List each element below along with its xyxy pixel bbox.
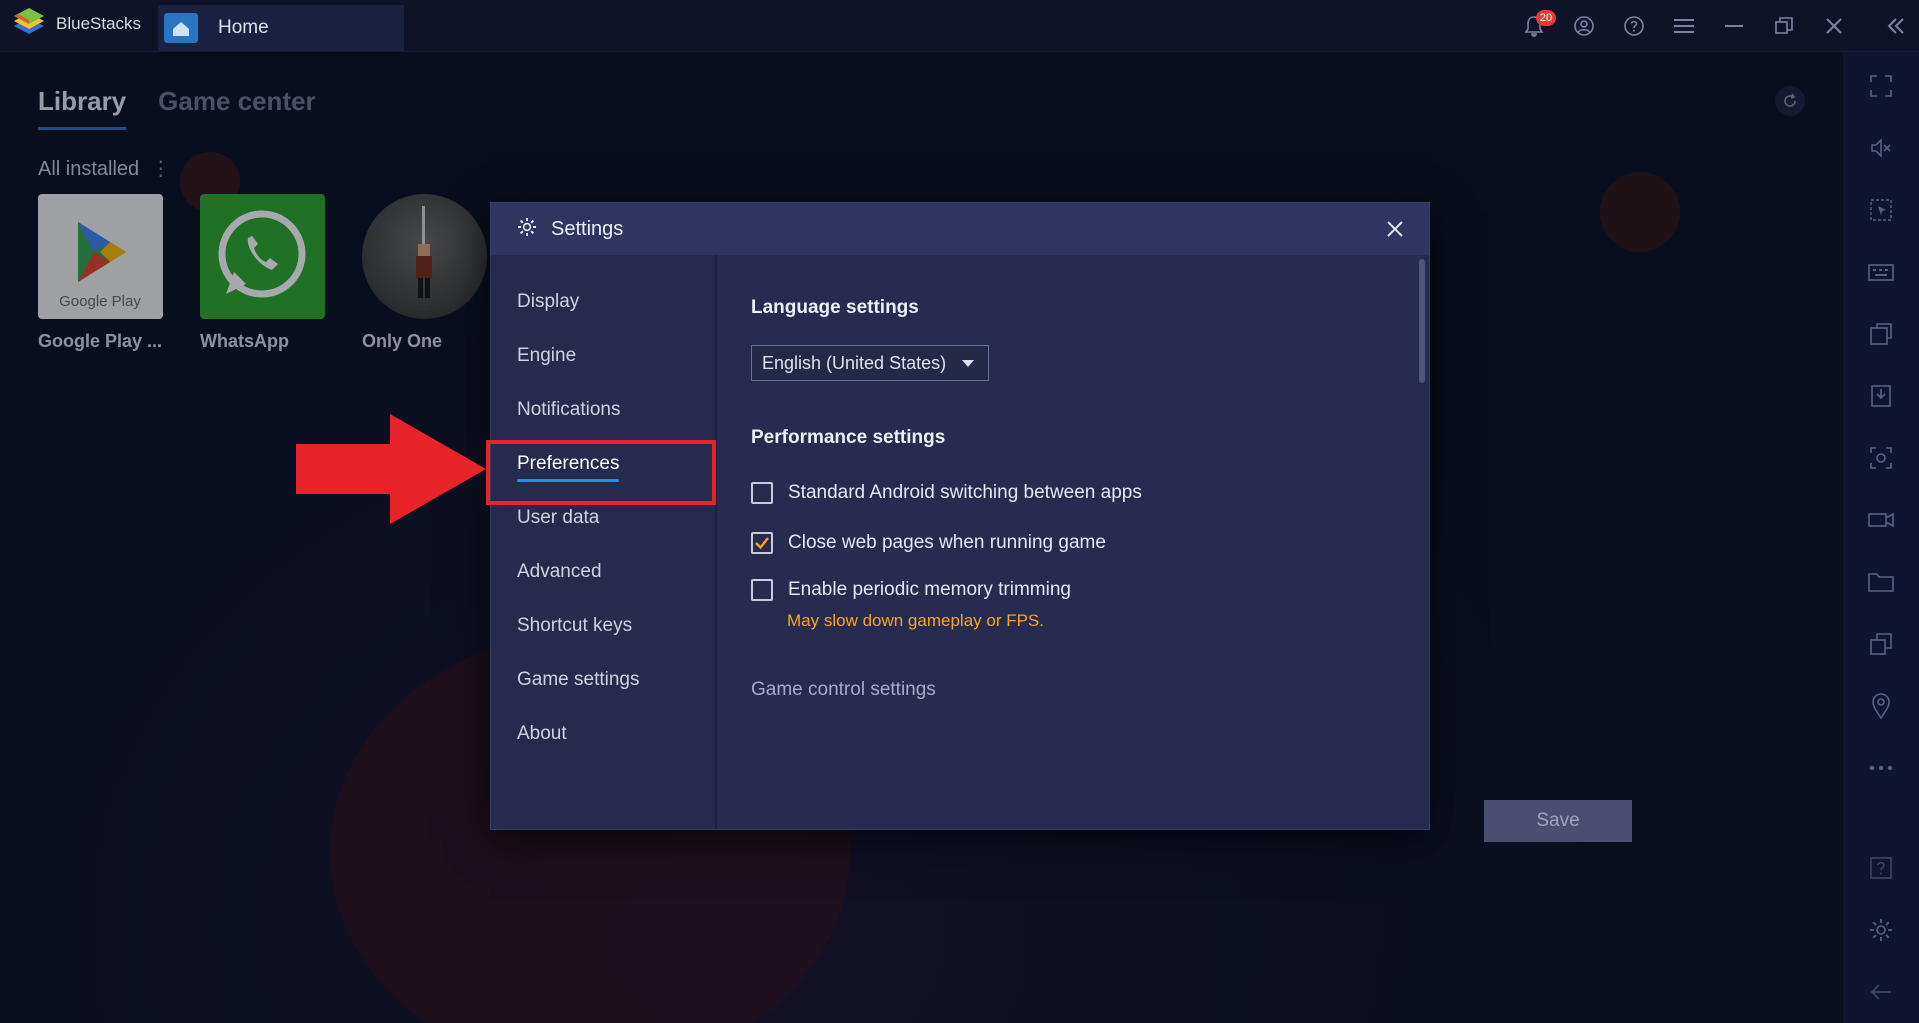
settings-dialog: Settings Display Engine Notifications Pr… [490,202,1632,842]
multi-instance-icon[interactable] [1865,628,1897,660]
nav-label: Notifications [517,399,621,420]
back-arrow-icon[interactable] [1865,976,1897,1008]
language-settings-heading: Language settings [751,297,919,318]
checkmark-icon [755,537,769,550]
screenshot-icon[interactable] [1865,442,1897,474]
notification-count-badge: 20 [1536,10,1556,26]
nav-item-advanced[interactable]: Advanced [517,561,602,583]
settings-gear-icon[interactable] [1865,914,1897,946]
nav-label: Engine [517,345,577,366]
checkbox-unchecked[interactable] [751,482,773,504]
settings-title: Settings [551,217,624,240]
help-sidebar-icon[interactable] [1865,852,1897,884]
apk-download-icon[interactable] [1865,380,1897,412]
nav-item-notifications[interactable]: Notifications [517,399,621,421]
nav-item-about[interactable]: About [517,723,567,745]
nav-item-user-data[interactable]: User data [517,507,599,529]
brand: BlueStacks [10,8,141,40]
preferences-highlight-box [486,440,716,505]
nav-label: Advanced [517,561,602,582]
option-label: Standard Android switching between apps [788,482,1142,503]
settings-scrollbar[interactable] [1419,259,1425,383]
nav-label: About [517,723,567,744]
app-name: BlueStacks [56,14,142,33]
annotation-arrow-icon [296,414,486,524]
option-standard-android-switching[interactable]: Standard Android switching between apps [751,482,1142,504]
help-icon[interactable] [1618,10,1650,42]
bluestacks-logo-icon [10,8,48,40]
settings-nav: Display Engine Notifications Preferences… [491,255,717,829]
nav-item-game-settings[interactable]: Game settings [517,669,640,691]
save-button[interactable]: Save [1484,800,1632,842]
title-bar: BlueStacks Home 20 [0,0,1919,52]
nav-item-display[interactable]: Display [517,291,579,313]
close-window-icon[interactable] [1818,10,1850,42]
nav-label: User data [517,507,600,528]
volume-mute-icon[interactable] [1865,132,1897,164]
minimize-icon[interactable] [1718,10,1750,42]
close-dialog-icon[interactable] [1383,217,1407,241]
game-control-settings-heading: Game control settings [751,679,936,700]
settings-content: Language settings English (United States… [719,255,1632,842]
select-area-icon[interactable] [1865,194,1897,226]
language-select[interactable]: English (United States) [751,345,989,381]
settings-gear-icon [517,217,537,242]
fullscreen-icon[interactable] [1865,70,1897,102]
restore-icon[interactable] [1768,10,1800,42]
nav-label: Shortcut keys [517,615,633,636]
option-memory-trimming[interactable]: Enable periodic memory trimming [751,579,1071,601]
keyboard-icon[interactable] [1865,256,1897,288]
checkbox-unchecked[interactable] [751,579,773,601]
location-icon[interactable] [1865,690,1897,722]
right-sidebar [1843,52,1919,1023]
home-tab[interactable]: Home [158,5,404,51]
nav-item-engine[interactable]: Engine [517,345,576,367]
nav-label: Display [517,291,580,312]
home-tab-label: Home [218,17,269,38]
option-close-web-pages[interactable]: Close web pages when running game [751,532,1106,554]
notification-bell-icon[interactable]: 20 [1518,10,1556,42]
more-icon[interactable] [1865,752,1897,784]
account-icon[interactable] [1568,10,1600,42]
nav-item-shortcut-keys[interactable]: Shortcut keys [517,615,632,637]
menu-icon[interactable] [1668,10,1700,42]
folder-icon[interactable] [1865,566,1897,598]
language-select-value: English (United States) [762,352,947,373]
settings-header: Settings [491,203,1429,255]
performance-settings-heading: Performance settings [751,427,946,448]
nav-label: Game settings [517,669,640,690]
chevron-down-icon [962,360,974,367]
record-video-icon[interactable] [1865,504,1897,536]
memory-trimming-warning: May slow down gameplay or FPS. [787,611,1044,630]
option-label: Enable periodic memory trimming [788,579,1071,600]
checkbox-checked[interactable] [751,532,773,554]
install-apk-icon[interactable] [1865,318,1897,350]
option-label: Close web pages when running game [788,532,1106,553]
collapse-sidebar-icon[interactable] [1880,10,1912,42]
home-icon [164,13,198,43]
